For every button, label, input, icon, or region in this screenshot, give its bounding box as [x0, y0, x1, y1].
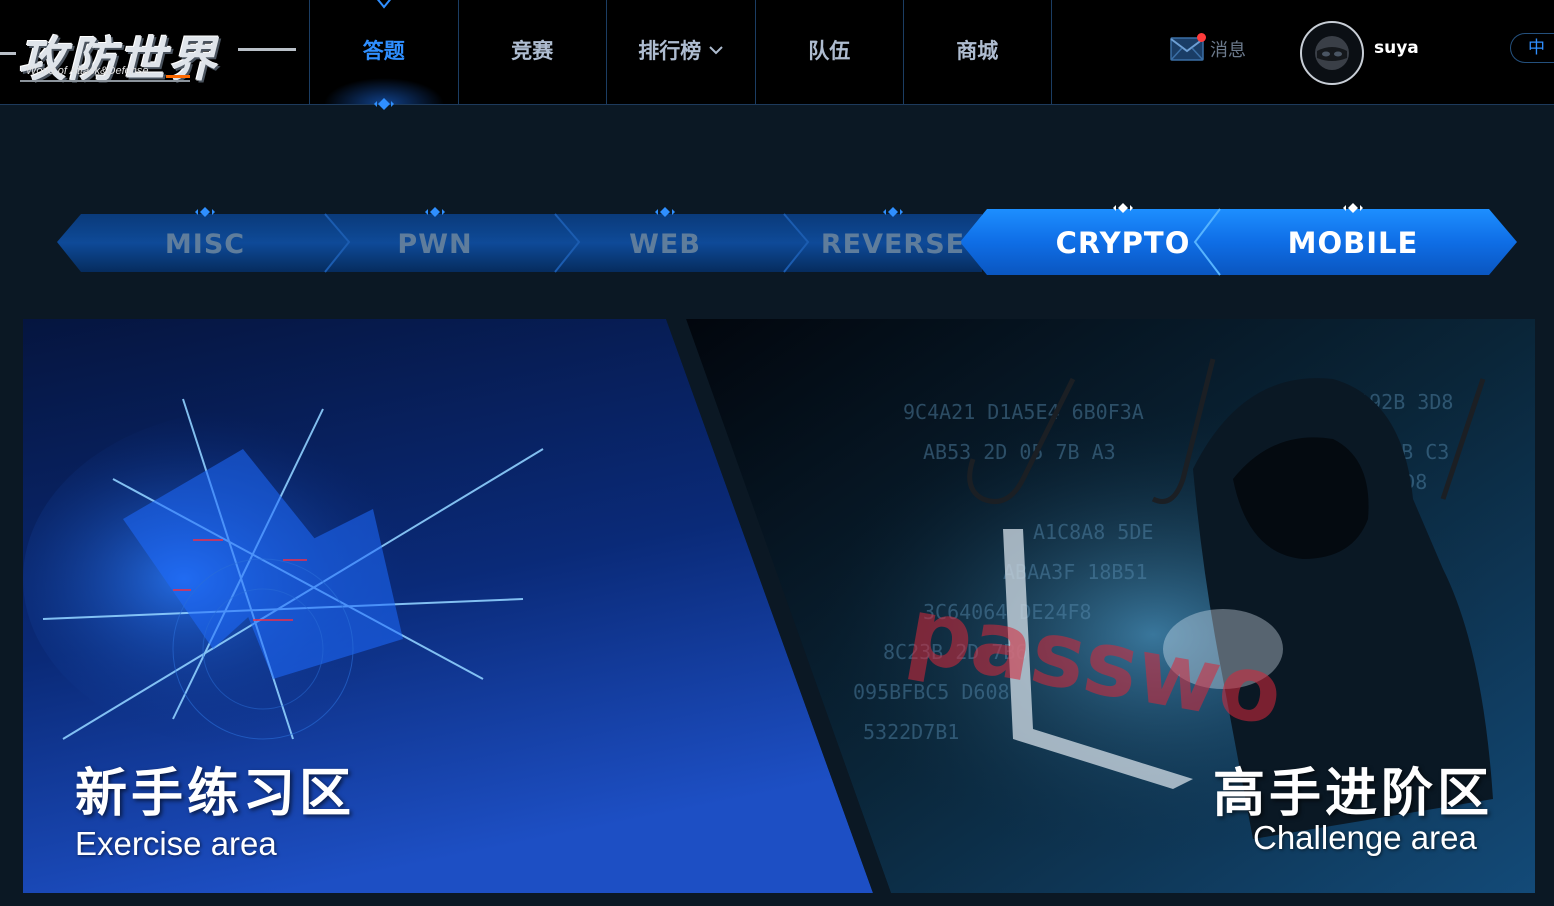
tab-misc[interactable]: MISC: [117, 205, 293, 280]
nav-label: 队伍: [808, 39, 851, 63]
exercise-area-subtitle: Exercise area: [75, 825, 277, 862]
logo-decoration: [0, 52, 16, 55]
diamond-marker-icon: [1113, 203, 1133, 213]
nav-label: 排行榜: [638, 39, 702, 63]
exercise-area-title: 新手练习区: [75, 764, 356, 824]
site-logo[interactable]: 攻防世界 World of Attack&Defense: [0, 14, 298, 90]
tab-label: WEB: [629, 228, 701, 260]
nav-item-questions[interactable]: 答题: [309, 0, 458, 110]
tab-reverse[interactable]: REVERSE: [805, 205, 981, 280]
logo-decoration: [166, 75, 190, 78]
challenge-area-title: 高手进阶区: [1213, 764, 1494, 824]
tab-label: PWN: [397, 228, 473, 260]
username[interactable]: suya: [1374, 38, 1419, 58]
diamond-marker-icon: [373, 98, 394, 110]
tab-label: REVERSE: [820, 228, 966, 260]
logo-subtitle: World of Attack&Defense: [26, 65, 149, 77]
main-nav: 答题 竞赛 排行榜 队伍 商城: [309, 0, 1052, 110]
avatar[interactable]: [1300, 21, 1364, 85]
envelope-icon: [1170, 33, 1206, 61]
area-panels: 9C4A21 D1A5E4 6B0F3A AB53 2D 05 7B A3 A1…: [23, 319, 1535, 893]
top-header: 攻防世界 World of Attack&Defense 答题 竞赛 排行榜 队…: [0, 0, 1554, 110]
chevron-down-icon: [709, 46, 723, 55]
ninja-mask-icon: [1315, 36, 1349, 70]
nav-item-team[interactable]: 队伍: [754, 0, 904, 104]
nav-label: 商城: [956, 39, 999, 63]
logo-decoration: [20, 80, 190, 82]
unread-dot: [1197, 33, 1206, 42]
diamond-marker-icon: [195, 207, 215, 217]
messages-button[interactable]: 消息: [1170, 33, 1246, 62]
nav-item-leaderboard[interactable]: 排行榜: [606, 0, 755, 104]
chevron-down-icon: [376, 0, 391, 9]
messages-label: 消息: [1210, 40, 1246, 61]
tab-label: CRYPTO: [1055, 225, 1191, 260]
challenge-area-subtitle: Challenge area: [1253, 819, 1477, 856]
exercise-area-card[interactable]: 新手练习区 Exercise area: [23, 319, 823, 893]
nav-item-competition[interactable]: 竞赛: [457, 0, 607, 104]
nav-item-store[interactable]: 商城: [903, 0, 1052, 104]
tab-label: MOBILE: [1287, 225, 1419, 260]
diamond-marker-icon: [655, 207, 675, 217]
category-tabs: MISC PWN WEB REVERSE CRYPTO MOBILE: [57, 203, 1519, 280]
nav-label: 答题: [362, 39, 405, 63]
diamond-marker-icon: [425, 207, 445, 217]
tab-crypto[interactable]: CRYPTO: [1012, 203, 1234, 280]
tab-label: MISC: [164, 228, 246, 260]
tab-mobile[interactable]: MOBILE: [1242, 203, 1464, 280]
tab-web[interactable]: WEB: [577, 205, 753, 280]
language-switch[interactable]: 中: [1510, 33, 1554, 63]
diamond-marker-icon: [883, 207, 903, 217]
challenge-area-card[interactable]: 高手进阶区 Challenge area: [863, 319, 1535, 893]
diamond-marker-icon: [1343, 203, 1363, 213]
nav-label: 竞赛: [511, 39, 554, 63]
tab-pwn[interactable]: PWN: [347, 205, 523, 280]
logo-decoration: [238, 48, 296, 51]
